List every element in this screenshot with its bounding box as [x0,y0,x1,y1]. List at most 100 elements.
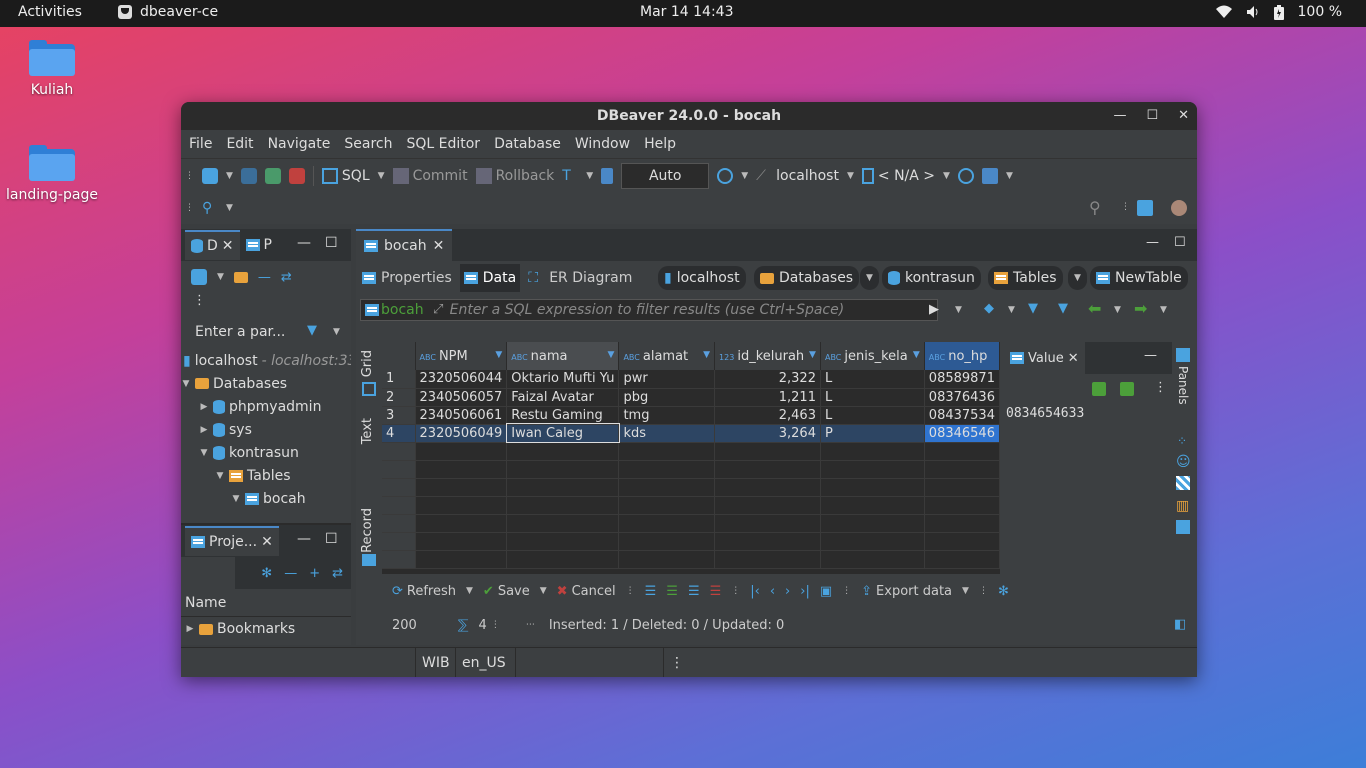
invalidate-icon[interactable] [264,167,281,184]
back-arrow-icon[interactable]: ⬅ [1088,299,1101,318]
panels-label[interactable]: Panels [1176,366,1190,405]
sort-dropdown-icon[interactable]: ▼ [703,350,710,360]
export-data-button[interactable]: ⇪ Export data [861,584,952,599]
link-icon[interactable]: ⇄ [281,270,292,285]
settings-icon[interactable]: ✻ [998,584,1009,599]
configure-icon[interactable]: ✻ [261,566,272,581]
new-connection-dropdown[interactable]: ▼ [226,171,233,181]
history-icon[interactable] [717,167,734,184]
auto-commit-box[interactable]: Auto [621,162,710,189]
breadcrumb-tables[interactable]: Tables [988,266,1063,290]
value-content[interactable]: 0834654633 [1004,406,1172,421]
cancel-button[interactable]: ✖ Cancel [557,584,616,599]
erase-filter-icon[interactable]: ◆ [984,301,994,316]
breadcrumb-tables-dropdown[interactable]: ▼ [1068,266,1087,290]
chevron-down-icon[interactable]: ▼ [181,379,191,389]
minimize-icon[interactable]: — [1113,102,1126,130]
chevron-right-icon[interactable]: ▶ [185,624,195,634]
table-cell[interactable]: 08437534 [924,406,1001,425]
fetch-limit[interactable]: 200 [392,618,452,633]
connect-icon[interactable] [240,167,257,184]
sort-dropdown-icon[interactable]: ▼ [913,350,920,360]
desktop-folder-landing-page[interactable]: landing-page [0,145,104,203]
more-icon[interactable]: ⋮ [1154,380,1167,395]
row-number[interactable]: 1 [382,370,416,389]
menu-help[interactable]: Help [644,136,676,152]
tab-properties[interactable]: Properties [358,264,456,292]
column-header-jenis-kelamin[interactable]: ABC jenis_kela ▼ [820,342,925,370]
value-view-icon[interactable] [1176,520,1190,534]
save-value-icon[interactable] [1092,382,1106,396]
disconnect-icon[interactable] [288,167,305,184]
refresh-button[interactable]: ⟳ Refresh [392,584,456,599]
global-search-icon[interactable]: ⚲ [1089,198,1101,217]
chevron-right-icon[interactable]: ▶ [199,425,209,435]
close-icon[interactable]: ✕ [1068,351,1079,366]
tab-value[interactable]: Value ✕ [1004,342,1085,374]
tab-record[interactable]: Record [360,508,375,553]
tasks-dropdown[interactable]: ▼ [1006,171,1013,181]
table-row[interactable]: 1 2320506044 Oktario Mufti Yu pwr 2,322 L 0858… [382,370,1001,389]
menu-edit[interactable]: Edit [226,136,253,152]
filter-icon[interactable]: ▼ [1058,301,1068,316]
table-cell[interactable]: Restu Gaming [506,406,620,425]
tree-node-connection[interactable]: ▮localhost - localhost:330 [181,349,351,372]
table-cell[interactable]: kds [618,424,716,443]
table-cell[interactable]: pbg [618,388,716,407]
expand-icon[interactable]: ⤢ [433,302,443,317]
transaction-dropdown[interactable]: ▼ [586,171,593,181]
minimize-icon[interactable]: — [1146,235,1159,250]
edit-row-icon[interactable]: ☰ [645,584,657,599]
copy-row-icon[interactable]: ☰ [688,584,700,599]
tab-projects[interactable]: Proje... ✕ [185,526,279,556]
tab-projects[interactable]: P [245,237,272,253]
row-number[interactable]: 4 [382,424,416,443]
user-avatar[interactable] [1171,200,1187,216]
navigator-filter-input[interactable]: Enter a par... [195,324,285,340]
prev-page-icon[interactable]: ‹ [770,584,775,599]
menu-navigate[interactable]: Navigate [268,136,331,152]
tree-node-kontrasun[interactable]: ▼ kontrasun [181,441,351,464]
table-cell[interactable]: tmg [618,406,716,425]
new-connection-icon[interactable] [191,269,207,285]
metadata-icon[interactable]: ⁘ [1177,434,1187,448]
column-header-alamat[interactable]: ABC alamat ▼ [618,342,716,370]
tab-data[interactable]: Data [459,264,521,292]
tab-er-diagram[interactable]: ⛶ ER Diagram [524,264,636,292]
forward-arrow-icon[interactable]: ➡ [1134,299,1147,318]
first-page-icon[interactable]: |‹ [750,584,760,599]
tree-node-phpmyadmin[interactable]: ▶ phpmyadmin [181,395,351,418]
column-header-npm[interactable]: ABC NPM ▼ [415,342,508,370]
table-cell[interactable]: Faizal Avatar [506,388,620,407]
table-cell[interactable]: pwr [618,370,716,389]
breadcrumb-databases-dropdown[interactable]: ▼ [860,266,879,290]
filter-icon[interactable]: ▼ [307,323,317,338]
save-dropdown[interactable]: ▼ [540,586,547,596]
new-dropdown[interactable]: ▼ [217,272,224,282]
link-icon[interactable]: ⇄ [332,566,343,581]
table-cell[interactable]: L [820,388,925,407]
table-cell[interactable]: L [820,370,925,389]
sort-dropdown-icon[interactable]: ▼ [495,350,502,360]
table-cell[interactable]: L [820,406,925,425]
table-cell[interactable]: 2340506061 [415,406,508,425]
breadcrumb-databases[interactable]: Databases [754,266,860,290]
new-connection-icon[interactable] [202,167,218,184]
breadcrumb-newtable[interactable]: NewTable [1090,266,1188,290]
filter-input[interactable]: bocah ⤢ Enter a SQL expression to filter… [360,299,962,321]
table-cell[interactable]: Oktario Mufti Yu [506,370,620,389]
last-page-icon[interactable]: ›| [800,584,810,599]
tasks-icon[interactable] [981,167,998,184]
menu-sql-editor[interactable]: SQL Editor [406,136,480,152]
panels-toggle-icon[interactable] [1176,348,1190,362]
minimize-icon[interactable]: — [297,235,311,251]
fetch-all-icon[interactable]: ▣ [820,584,832,599]
close-icon[interactable]: ✕ [1178,102,1189,130]
refresh-dropdown[interactable]: ▼ [466,586,473,596]
menu-window[interactable]: Window [575,136,630,152]
table-cell[interactable]: 08589871 [924,370,1001,389]
next-page-icon[interactable]: › [785,584,790,599]
folder-icon[interactable] [233,271,248,283]
active-schema[interactable]: < N/A > [861,167,935,184]
chevron-down-icon[interactable]: ▼ [199,448,209,458]
